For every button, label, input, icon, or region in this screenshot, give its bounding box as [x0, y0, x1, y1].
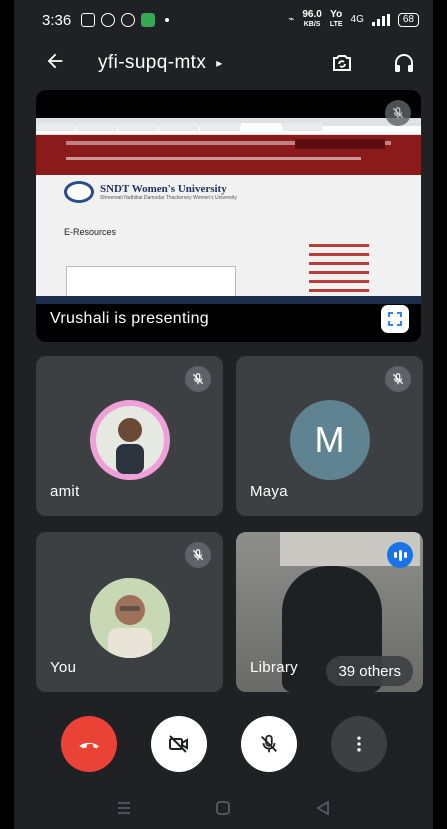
presentation-tile[interactable]: SNDT Women's University Shreemati Nathib… [36, 90, 421, 342]
participant-tile-amit[interactable]: amit [36, 356, 223, 516]
avatar [89, 400, 170, 480]
page-heading: E-Resources [64, 227, 117, 237]
arrow-left-icon [47, 53, 63, 68]
status-right: ⌁ 96.0 KB/S Yo LTE 4G 68 [288, 10, 419, 30]
camera-toggle-button[interactable] [150, 716, 207, 772]
participant-tile-maya[interactable]: M Maya [236, 356, 423, 516]
participant-tile-library[interactable]: Library 39 others [236, 532, 423, 692]
signal-icon [371, 14, 390, 26]
university-subtitle: Shreemati Nathibai Damodar Thackersey Wo… [100, 195, 237, 201]
home-icon [216, 800, 231, 815]
network-type: 4G [350, 14, 364, 25]
whatsapp-business-notification-icon [121, 13, 136, 27]
notification-icons [81, 13, 170, 27]
presenting-label: Vrushali is presenting [50, 310, 209, 327]
back-triangle-icon [316, 800, 329, 815]
status-bar: 3:36 ⌁ 96.0 KB/S Yo LTE 4G 68 [14, 0, 433, 40]
shared-screen: SNDT Women's University Shreemati Nathib… [36, 118, 421, 304]
participant-name: amit [50, 483, 80, 500]
battery-level: 68 [402, 14, 414, 25]
volte-indicator: Yo LTE [330, 10, 343, 30]
volte-sub-label: LTE [329, 21, 343, 28]
headphones-icon [395, 54, 413, 72]
more-vert-icon [356, 736, 361, 752]
message-notification-icon [141, 13, 156, 27]
speaking-indicator-icon [387, 542, 413, 568]
wifi-calling-icon: ⌁ [288, 14, 295, 25]
participant-name: You [50, 659, 77, 676]
university-header: SNDT Women's University Shreemati Nathib… [36, 175, 421, 209]
back-nav-button[interactable] [315, 800, 331, 815]
fullscreen-icon [388, 312, 402, 326]
others-count-badge[interactable]: 39 others [326, 656, 413, 686]
person-photo-icon [95, 406, 164, 474]
mic-toggle-button[interactable] [240, 716, 297, 772]
browser-tabs [36, 118, 421, 131]
meeting-info-caret-icon[interactable]: ▸ [216, 56, 222, 70]
gallery-notification-icon [81, 13, 96, 27]
net-speed-value: 96.0 [302, 9, 322, 20]
mic-off-icon [392, 107, 404, 119]
others-count-label: 39 others [338, 662, 401, 680]
mic-off-icon [260, 734, 277, 753]
university-name: SNDT Women's University [100, 183, 227, 195]
recent-apps-icon [117, 801, 130, 814]
participant-tile-you[interactable]: You [36, 532, 223, 692]
avatar [89, 578, 170, 658]
meeting-code[interactable]: yfi-supq-mtx [98, 52, 206, 74]
mute-badge [185, 366, 211, 392]
participant-name: Library [250, 659, 298, 676]
whatsapp-notification-icon [101, 13, 116, 27]
audio-output-button[interactable] [391, 50, 417, 76]
meeting-header: yfi-supq-mtx ▸ [14, 40, 433, 86]
call-controls [14, 716, 433, 772]
presenter-mute-badge [385, 100, 411, 126]
end-call-icon [78, 742, 99, 749]
taskbar [36, 296, 421, 304]
net-speed: 96.0 KB/S [302, 10, 321, 30]
mic-off-icon [192, 549, 204, 561]
home-button[interactable] [215, 800, 231, 815]
system-navigation-bar [14, 786, 433, 829]
status-time: 3:36 [42, 11, 72, 29]
net-speed-unit: KB/S [303, 21, 321, 28]
mute-badge [385, 366, 411, 392]
content-box [66, 266, 236, 300]
site-navigation [36, 135, 421, 175]
university-logo [64, 181, 94, 203]
switch-camera-button[interactable] [329, 50, 355, 76]
sidebar-links [309, 244, 379, 298]
volte-label: Yo [330, 9, 343, 20]
phone-screen: 3:36 ⌁ 96.0 KB/S Yo LTE 4G 68 yfi-supq-m… [14, 0, 433, 829]
avatar-initial: M [314, 419, 345, 460]
recent-apps-button[interactable] [116, 801, 132, 815]
switch-camera-icon [333, 55, 351, 71]
more-options-button[interactable] [330, 716, 387, 772]
back-button[interactable] [44, 48, 84, 79]
person-photo-icon [89, 578, 170, 658]
mic-off-icon [392, 373, 404, 385]
mute-badge [185, 542, 211, 568]
avatar: M [289, 400, 370, 480]
participant-name: Maya [250, 483, 288, 500]
end-call-button[interactable] [60, 716, 117, 772]
more-notifications-dot-icon [165, 18, 170, 22]
battery-icon: 68 [397, 13, 419, 27]
mic-off-icon [192, 373, 204, 385]
camera-off-icon [168, 735, 188, 753]
fullscreen-button[interactable] [381, 305, 409, 333]
